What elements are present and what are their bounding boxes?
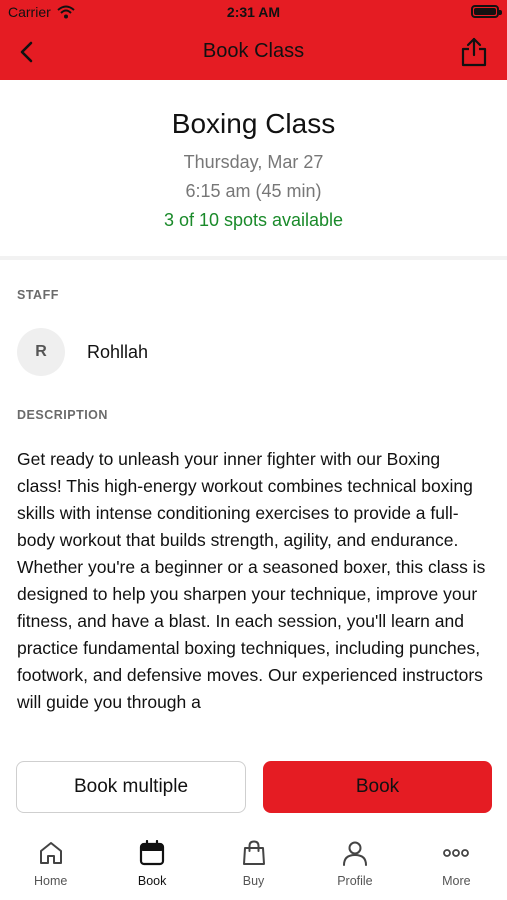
share-icon[interactable] xyxy=(459,36,489,68)
description-section-label: DESCRIPTION xyxy=(17,408,108,422)
tab-home[interactable]: Home xyxy=(0,838,101,900)
staff-row[interactable]: R Rohllah xyxy=(17,328,148,376)
tab-label-buy: Buy xyxy=(242,874,265,888)
more-dots-icon xyxy=(443,849,470,857)
class-date: Thursday, Mar 27 xyxy=(183,152,324,172)
tab-profile[interactable]: Profile xyxy=(304,838,405,900)
book-multiple-button[interactable]: Book multiple xyxy=(16,761,246,813)
staff-name: Rohllah xyxy=(87,341,149,362)
staff-avatar: R xyxy=(17,328,65,376)
calendar-icon xyxy=(140,840,165,866)
status-time: 2:31 AM xyxy=(226,4,281,20)
tab-label-book: Book xyxy=(137,874,167,888)
tab-more[interactable]: More xyxy=(406,838,507,900)
class-description: Get ready to unleash your inner fighter … xyxy=(17,449,486,712)
class-name: Boxing Class xyxy=(171,108,336,139)
book-button[interactable]: Book xyxy=(263,761,492,813)
tab-label-more: More xyxy=(442,874,471,888)
tab-buy[interactable]: Buy xyxy=(203,838,304,900)
spots-available: 3 of 10 spots available xyxy=(163,210,344,230)
tab-label-home: Home xyxy=(34,874,68,888)
tab-book[interactable]: Book xyxy=(101,838,202,900)
status-bar: Carrier 2:31 AM xyxy=(0,0,507,26)
tab-label-profile: Profile xyxy=(337,874,373,888)
class-time: 6:15 am (45 min) xyxy=(185,181,322,201)
shopping-bag-icon xyxy=(242,840,265,865)
staff-section-label: STAFF xyxy=(17,288,59,302)
tab-bar: Home Book Buy Profile More xyxy=(0,838,507,900)
person-icon xyxy=(342,841,367,866)
page-title: Book Class xyxy=(202,40,305,62)
navigation-bar: Book Class xyxy=(0,30,507,76)
battery-icon xyxy=(471,5,502,18)
top-bar: Carrier 2:31 AM Book Class xyxy=(0,0,507,80)
class-header: Boxing Class Thursday, Mar 27 6:15 am (4… xyxy=(0,80,507,260)
home-icon xyxy=(39,842,62,864)
